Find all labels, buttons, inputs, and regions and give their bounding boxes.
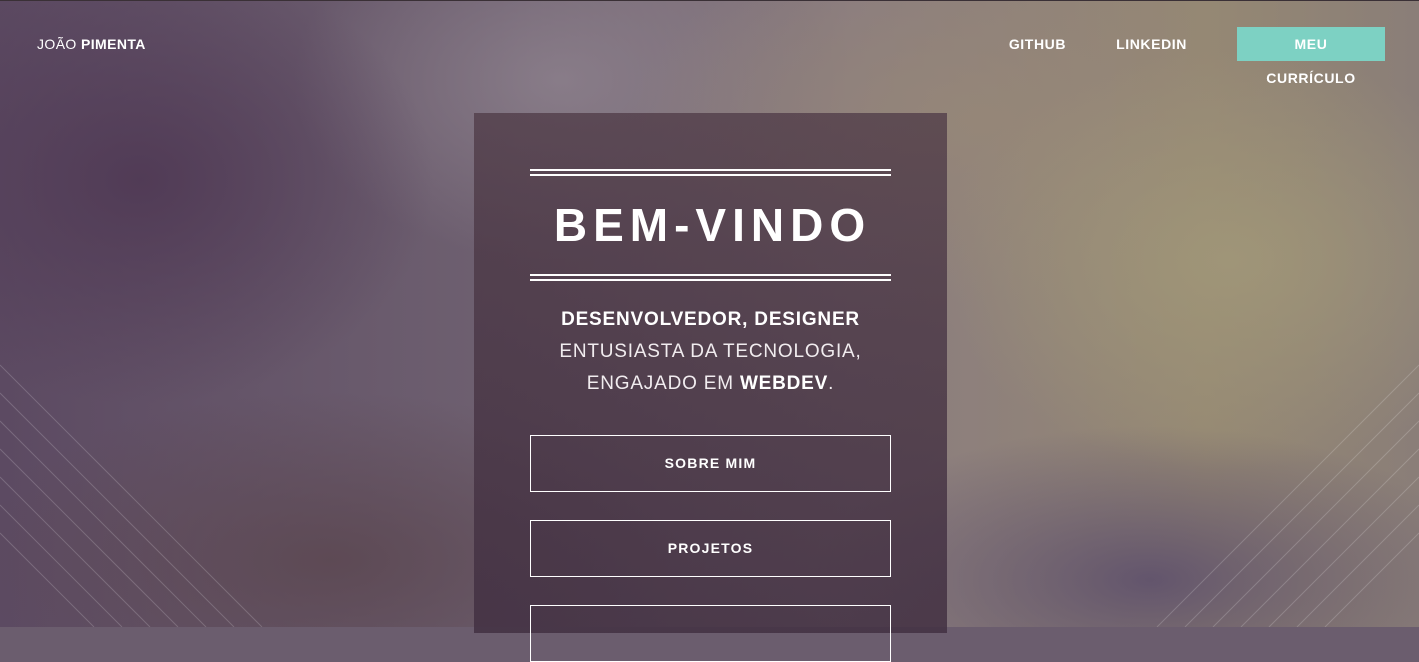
about-button[interactable]: SOBRE MIM — [530, 435, 891, 492]
nav-linkedin-link[interactable]: LINKEDIN — [1116, 27, 1187, 61]
top-nav: GITHUB LINKEDIN MEU CURRÍCULO — [1009, 27, 1385, 86]
tagline-line-3-suffix: . — [828, 373, 835, 394]
tagline-line-3-prefix: ENGAJADO EM — [586, 373, 740, 394]
divider — [530, 174, 891, 176]
tagline: DESENVOLVEDOR, DESIGNER ENTUSIASTA DA TE… — [474, 304, 947, 400]
divider — [530, 279, 891, 281]
brand-last-name: PIMENTA — [81, 36, 146, 52]
tagline-line-2: ENTUSIASTA DA TECNOLOGIA, — [559, 341, 862, 362]
tagline-highlight: WEBDEV — [739, 373, 829, 394]
tagline-line-1: DESENVOLVEDOR, DESIGNER — [561, 309, 860, 330]
third-button[interactable] — [530, 605, 891, 662]
welcome-card: BEM-VINDO DESENVOLVEDOR, DESIGNER ENTUSI… — [474, 113, 947, 662]
page-title: BEM-VINDO — [553, 199, 872, 251]
brand-logo[interactable]: JOÃO PIMENTA — [37, 36, 146, 52]
projects-button[interactable]: PROJETOS — [530, 520, 891, 577]
nav-resume-button[interactable]: MEU CURRÍCULO — [1237, 27, 1385, 86]
welcome-heading-box: BEM-VINDO — [530, 169, 891, 284]
divider — [530, 169, 891, 171]
tagline-line-3: ENGAJADO EM WEBDEV. — [474, 368, 947, 400]
divider — [530, 274, 891, 276]
brand-first-name: JOÃO — [37, 36, 77, 52]
nav-github-link[interactable]: GITHUB — [1009, 27, 1066, 61]
